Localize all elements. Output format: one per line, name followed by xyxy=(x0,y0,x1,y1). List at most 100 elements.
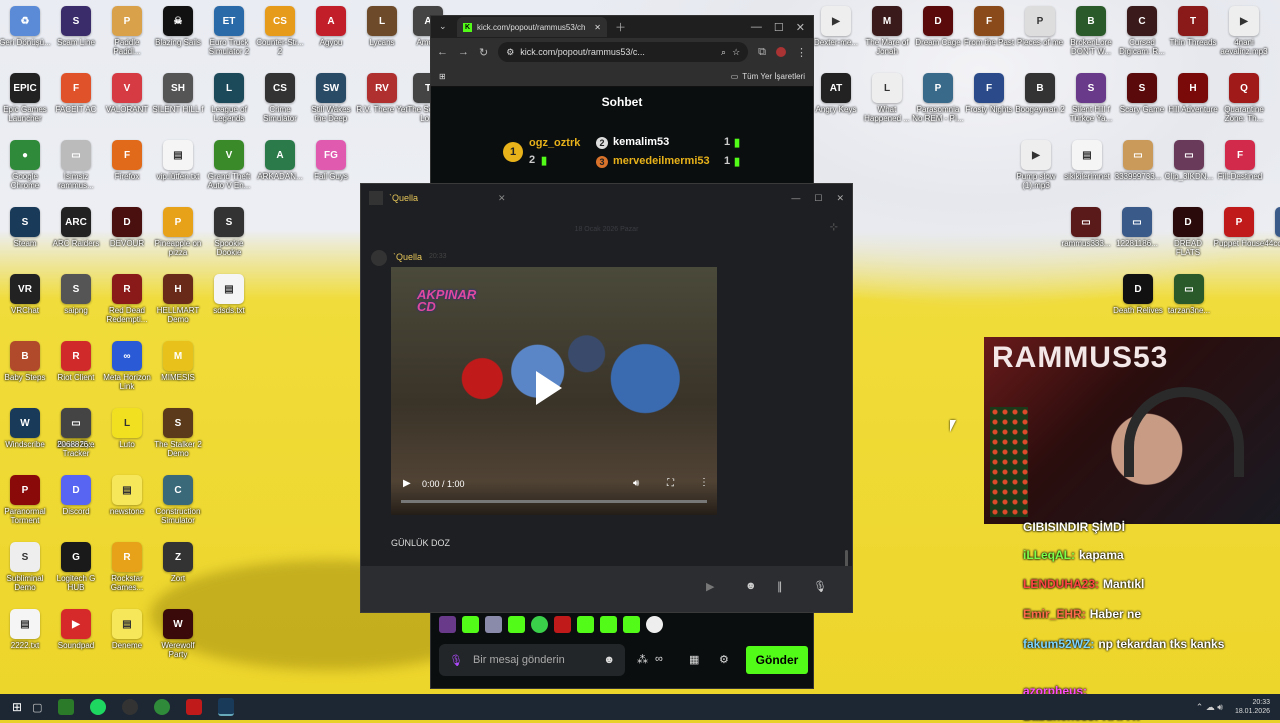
emote-icon[interactable] xyxy=(554,616,571,633)
desktop-icon[interactable]: CS Counter-Str... 2 xyxy=(254,6,306,56)
desktop-icon[interactable]: W Werewolf Party xyxy=(152,609,204,659)
desktop-icon[interactable]: Z Zort xyxy=(152,542,204,583)
desktop-icon[interactable]: Q Quarantine Zone: Th... xyxy=(1218,73,1270,123)
message-author[interactable]: ˋQuella xyxy=(393,252,422,262)
desktop-icon[interactable]: L League of Legends xyxy=(203,73,255,123)
desktop-icon[interactable]: VR VRChat xyxy=(0,274,51,315)
microphone-icon[interactable]: 🎙︎ xyxy=(813,580,827,593)
emote-icon[interactable] xyxy=(462,616,479,633)
browser-tab-kick[interactable]: K kick.com/popout/rammus53/ch ✕ xyxy=(457,17,607,37)
message-input[interactable]: 🎙︎ Bir mesaj gönderin ☻ xyxy=(439,644,625,676)
site-info-icon[interactable]: ⚙ xyxy=(506,47,514,58)
all-bookmarks-link[interactable]: Tüm Yer İşaretleri xyxy=(742,72,805,81)
desktop-icon[interactable]: ▭ İsimsiz rammus... xyxy=(50,140,102,190)
desktop-icon[interactable]: C Construction Simulator xyxy=(152,475,204,525)
send-arrow-icon[interactable]: ▶ xyxy=(706,580,714,593)
desktop-icon[interactable]: ▶ Pump slow (1).mp3 xyxy=(1010,140,1062,190)
desktop-icon[interactable]: S Steam xyxy=(0,207,51,248)
desktop-icon[interactable]: F Fill-Destined xyxy=(1214,140,1266,181)
spotify-icon[interactable] xyxy=(90,699,107,715)
desktop-icon[interactable]: V VALORANT xyxy=(101,73,153,114)
microphone-icon[interactable]: 🎙︎ xyxy=(449,654,463,667)
desktop-icon[interactable]: A ARKADAN... xyxy=(254,140,306,181)
desktop-icon[interactable]: W Windscribe xyxy=(0,408,51,449)
desktop-icon[interactable]: L Luto xyxy=(101,408,153,449)
leaderboard-name-1[interactable]: ogz_oztrk xyxy=(529,137,580,149)
desktop-icon[interactable]: H Hill Adventure xyxy=(1167,73,1219,114)
desktop-icon[interactable]: G Logitech G HUB xyxy=(50,542,102,592)
settings-icon[interactable]: ⚙ xyxy=(719,653,729,666)
infinity-icon[interactable]: ∞ xyxy=(655,653,663,665)
desktop-icon[interactable]: V Grand Theft Auto V En... xyxy=(203,140,255,190)
desktop-icon[interactable]: P Paranormal Torment xyxy=(0,475,51,525)
new-tab-icon[interactable]: ＋ xyxy=(615,19,626,35)
close-icon[interactable]: ✕ xyxy=(836,193,844,204)
emote-icon[interactable] xyxy=(623,616,640,633)
desktop-icon[interactable]: ▤ 2222.txt xyxy=(0,609,51,650)
start-icon[interactable]: ⊞ xyxy=(12,700,22,714)
desktop-icon[interactable]: C Cursed Digicam: R... xyxy=(1116,6,1168,56)
close-icon[interactable]: ✕ xyxy=(796,21,805,34)
desktop-icon[interactable]: ● Google Chrome xyxy=(0,140,51,190)
desktop-icon[interactable]: T Thin Threads xyxy=(1167,6,1219,47)
desktop-icon[interactable]: FG Fall Guys xyxy=(305,140,357,181)
desktop-icon[interactable]: L Lycans xyxy=(356,6,408,47)
minimize-icon[interactable]: — xyxy=(751,21,762,33)
desktop-icon[interactable]: ▶ Soundpad xyxy=(50,609,102,650)
profile-icon[interactable] xyxy=(776,47,786,57)
address-bar[interactable]: ⚙ kick.com/popout/rammus53/c... ⌕ ☆ xyxy=(498,42,749,62)
desktop-icon[interactable]: Ssaipng xyxy=(50,274,102,315)
desktop-icon[interactable]: ☠ Blazing Sails xyxy=(152,6,204,47)
desktop-icon[interactable]: ∞ Meta Horizon Link xyxy=(101,341,153,391)
desktop-icon[interactable]: SW Still Wakes the Deep xyxy=(305,73,357,123)
chrome-icon[interactable] xyxy=(154,699,171,715)
send-button[interactable]: Gönder xyxy=(746,646,808,674)
tab-close-icon[interactable]: ✕ xyxy=(594,23,601,32)
desktop-icon[interactable]: M The Mare of Jonah xyxy=(861,6,913,56)
tab-close-icon[interactable]: ✕ xyxy=(498,193,506,204)
play-icon[interactable]: ▶ xyxy=(403,478,411,489)
desktop-icon[interactable]: ▤ sikikilerimnet xyxy=(1061,140,1113,181)
desktop-icon[interactable]: R Red Dead Redempti... xyxy=(101,274,153,324)
attach-icon[interactable]: ∥ xyxy=(777,580,783,593)
desktop-icon[interactable]: ▤ newstone xyxy=(101,475,153,516)
emote-icon[interactable] xyxy=(646,616,663,633)
emote-icon[interactable] xyxy=(485,616,502,633)
play-button[interactable] xyxy=(536,371,562,405)
desktop-icon[interactable]: ▭ Clip_3IKDN... xyxy=(1163,140,1215,181)
desktop-icon[interactable]: ET Euro Truck Simulator 2 xyxy=(203,6,255,56)
desktop-icon[interactable]: P Pieces of me xyxy=(1014,6,1066,47)
desktop-icon[interactable]: F From the Past xyxy=(963,6,1015,47)
back-icon[interactable]: ← xyxy=(437,46,448,58)
desktop-icon[interactable]: ▭ rammus333... xyxy=(1060,207,1112,248)
gift-box-icon[interactable]: ▦ xyxy=(689,653,699,666)
pin-icon[interactable]: ⊹ xyxy=(830,222,838,233)
zoom-icon[interactable]: ⌕ xyxy=(721,47,726,58)
tab-search-icon[interactable]: ⌄ xyxy=(439,21,447,32)
desktop-icon[interactable]: F Firefox xyxy=(101,140,153,181)
desktop-icon[interactable]: L What Happened ... xyxy=(861,73,913,123)
voicemeeter-icon[interactable] xyxy=(186,699,203,715)
desktop-icon[interactable]: S Scam Line xyxy=(50,6,102,47)
desktop-icon[interactable]: SH SILENT HILL f xyxy=(152,73,204,114)
desktop-icon[interactable]: B Baby Steps xyxy=(0,341,51,382)
emote-icon[interactable] xyxy=(600,616,617,633)
users-icon[interactable]: ⁂ xyxy=(637,653,648,666)
reload-icon[interactable]: ↻ xyxy=(479,46,488,59)
emote-icon[interactable] xyxy=(577,616,594,633)
desktop-icon[interactable]: ▭ 333999733... xyxy=(1112,140,1164,181)
desktop-icon[interactable]: ▶ Dexter-me... xyxy=(810,6,862,47)
forward-icon[interactable]: → xyxy=(458,46,469,58)
desktop-icon[interactable]: ARC ARC Raiders xyxy=(50,207,102,248)
desktop-icon[interactable]: ▭ 2068826... xyxy=(50,408,102,449)
tray-icons[interactable]: ⌃ ☁ 🔊︎ xyxy=(1196,702,1223,713)
steam-icon[interactable] xyxy=(218,698,235,716)
volume-icon[interactable]: 🔊︎ xyxy=(633,478,639,489)
desktop-icon[interactable]: S Subliminal Demo xyxy=(0,542,51,592)
desktop-icon[interactable]: ▭ 44cc.t4a-1-b... xyxy=(1264,207,1280,248)
desktop-icon[interactable]: D Discord xyxy=(50,475,102,516)
task-view-icon[interactable]: ▢ xyxy=(32,701,42,714)
leaderboard-name-2[interactable]: kemalim53 xyxy=(613,136,669,148)
desktop-icon[interactable]: A Agyou xyxy=(305,6,357,47)
desktop-icon[interactable]: ▤ vip.lütfen.txt xyxy=(152,140,204,181)
